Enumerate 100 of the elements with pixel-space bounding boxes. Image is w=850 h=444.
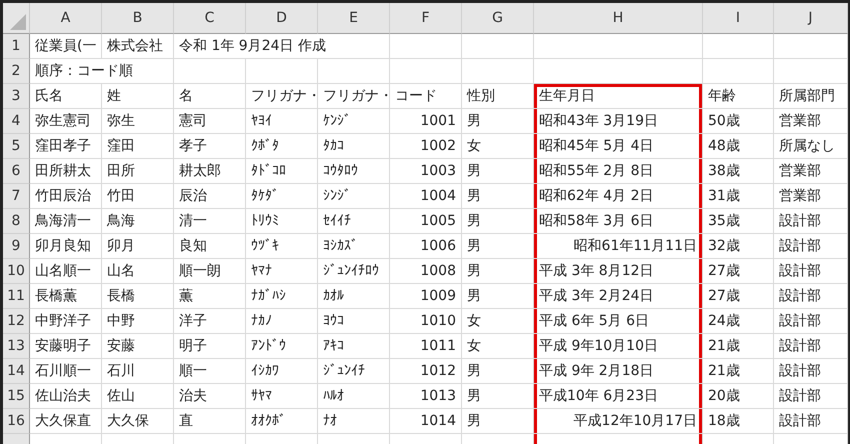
table-cell: 昭和58年 3月 6日: [534, 209, 703, 234]
table-cell: 薫: [174, 284, 246, 309]
column-header[interactable]: A: [30, 3, 102, 34]
table-cell: 男: [462, 359, 534, 384]
table-cell: ﾔﾏﾅ: [246, 259, 318, 284]
table-cell: 1005: [390, 209, 462, 234]
table-cell: フリガナ・: [246, 84, 318, 109]
table-cell: 20歳: [703, 384, 774, 409]
row-header[interactable]: 8: [3, 209, 30, 234]
empty-cell: [246, 59, 318, 84]
table-cell: 弥生: [102, 109, 174, 134]
column-header[interactable]: E: [318, 3, 390, 34]
table-cell: 大久保: [102, 409, 174, 434]
table-cell: 田所: [102, 159, 174, 184]
select-all-icon[interactable]: [10, 14, 26, 30]
table-cell: 従業員(一: [30, 34, 102, 59]
table-cell: 18歳: [703, 409, 774, 434]
row-header[interactable]: 2: [3, 59, 30, 84]
table-cell: 良知: [174, 234, 246, 259]
table-cell: 窪田: [102, 134, 174, 159]
table-cell: ｳﾂﾞｷ: [246, 234, 318, 259]
column-header[interactable]: D: [246, 3, 318, 34]
row-header[interactable]: 3: [3, 84, 30, 109]
table-cell: 姓: [102, 84, 174, 109]
table-cell: 1012: [390, 359, 462, 384]
column-header[interactable]: C: [174, 3, 246, 34]
table-cell: 竹田: [102, 184, 174, 209]
row-header[interactable]: 9: [3, 234, 30, 259]
empty-cell: [318, 59, 390, 84]
column-header[interactable]: I: [703, 3, 774, 34]
table-cell: 女: [462, 309, 534, 334]
row-header[interactable]: 1: [3, 34, 30, 59]
table-cell: 清一: [174, 209, 246, 234]
table-cell: 21歳: [703, 359, 774, 384]
table-cell: 男: [462, 234, 534, 259]
table-cell: 平成 9年10月10日: [534, 334, 703, 359]
table-cell: 昭和61年11月11日: [534, 234, 703, 259]
table-cell: コード: [390, 84, 462, 109]
table-cell: ｼﾞｭﾝｲﾁﾛｳ: [318, 259, 390, 284]
row-header[interactable]: 7: [3, 184, 30, 209]
table-cell: ﾔﾖｲ: [246, 109, 318, 134]
table-cell: ｼﾞｭﾝｲﾁ: [318, 359, 390, 384]
column-header[interactable]: B: [102, 3, 174, 34]
table-cell: 竹田辰治: [30, 184, 102, 209]
row-header[interactable]: 4: [3, 109, 30, 134]
table-cell: 順一朗: [174, 259, 246, 284]
table-cell: 田所耕太: [30, 159, 102, 184]
row-header[interactable]: 15: [3, 384, 30, 409]
row-header[interactable]: 12: [3, 309, 30, 334]
table-cell: 設計部: [774, 234, 848, 259]
table-cell: 石川: [102, 359, 174, 384]
empty-cell: [390, 59, 462, 84]
column-header[interactable]: H: [534, 3, 703, 34]
column-header[interactable]: F: [390, 3, 462, 34]
table-cell: 1011: [390, 334, 462, 359]
row-header[interactable]: 13: [3, 334, 30, 359]
table-cell: 安藤: [102, 334, 174, 359]
empty-cell: [390, 34, 462, 59]
table-cell: ｱｷｺ: [318, 334, 390, 359]
table-cell: ｼﾝｼﾞ: [318, 184, 390, 209]
table-cell: 山名順一: [30, 259, 102, 284]
table-cell: 1002: [390, 134, 462, 159]
table-cell: 男: [462, 159, 534, 184]
empty-cell: [703, 34, 774, 59]
table-cell: 38歳: [703, 159, 774, 184]
row-header[interactable]: 5: [3, 134, 30, 159]
table-cell: 男: [462, 409, 534, 434]
table-cell: ｸﾎﾞﾀ: [246, 134, 318, 159]
row-header[interactable]: 16: [3, 409, 30, 434]
table-cell: ｱﾝﾄﾞｳ: [246, 334, 318, 359]
table-cell: ｶｵﾙ: [318, 284, 390, 309]
table-cell: 昭和43年 3月19日: [534, 109, 703, 134]
table-cell: 1004: [390, 184, 462, 209]
table-cell: ｻﾔﾏ: [246, 384, 318, 409]
table-cell: ｺｳﾀﾛｳ: [318, 159, 390, 184]
table-cell: 直: [174, 409, 246, 434]
table-cell: 令和 1年 9月24日 作成: [174, 34, 390, 59]
row-header[interactable]: 6: [3, 159, 30, 184]
table-cell: 所属なし: [774, 134, 848, 159]
table-cell: 佐山治夫: [30, 384, 102, 409]
table-cell: 1013: [390, 384, 462, 409]
table-cell: 平成12年10月17日: [534, 409, 703, 434]
table-cell: ﾖｼｶｽﾞ: [318, 234, 390, 259]
table-cell: ﾀｹﾀﾞ: [246, 184, 318, 209]
table-cell: 1008: [390, 259, 462, 284]
table-cell: 治夫: [174, 384, 246, 409]
table-cell: 平成10年 6月23日: [534, 384, 703, 409]
table-cell: 鳥海清一: [30, 209, 102, 234]
column-header[interactable]: J: [774, 3, 848, 34]
table-cell: ﾄﾘｳﾐ: [246, 209, 318, 234]
table-cell: ﾅｵ: [318, 409, 390, 434]
table-cell: 設計部: [774, 409, 848, 434]
table-cell: 耕太郎: [174, 159, 246, 184]
row-header[interactable]: 10: [3, 259, 30, 284]
row-header[interactable]: 14: [3, 359, 30, 384]
column-header[interactable]: G: [462, 3, 534, 34]
empty-cell: [462, 34, 534, 59]
row-header[interactable]: 11: [3, 284, 30, 309]
table-cell: 男: [462, 109, 534, 134]
table-cell: 名: [174, 84, 246, 109]
